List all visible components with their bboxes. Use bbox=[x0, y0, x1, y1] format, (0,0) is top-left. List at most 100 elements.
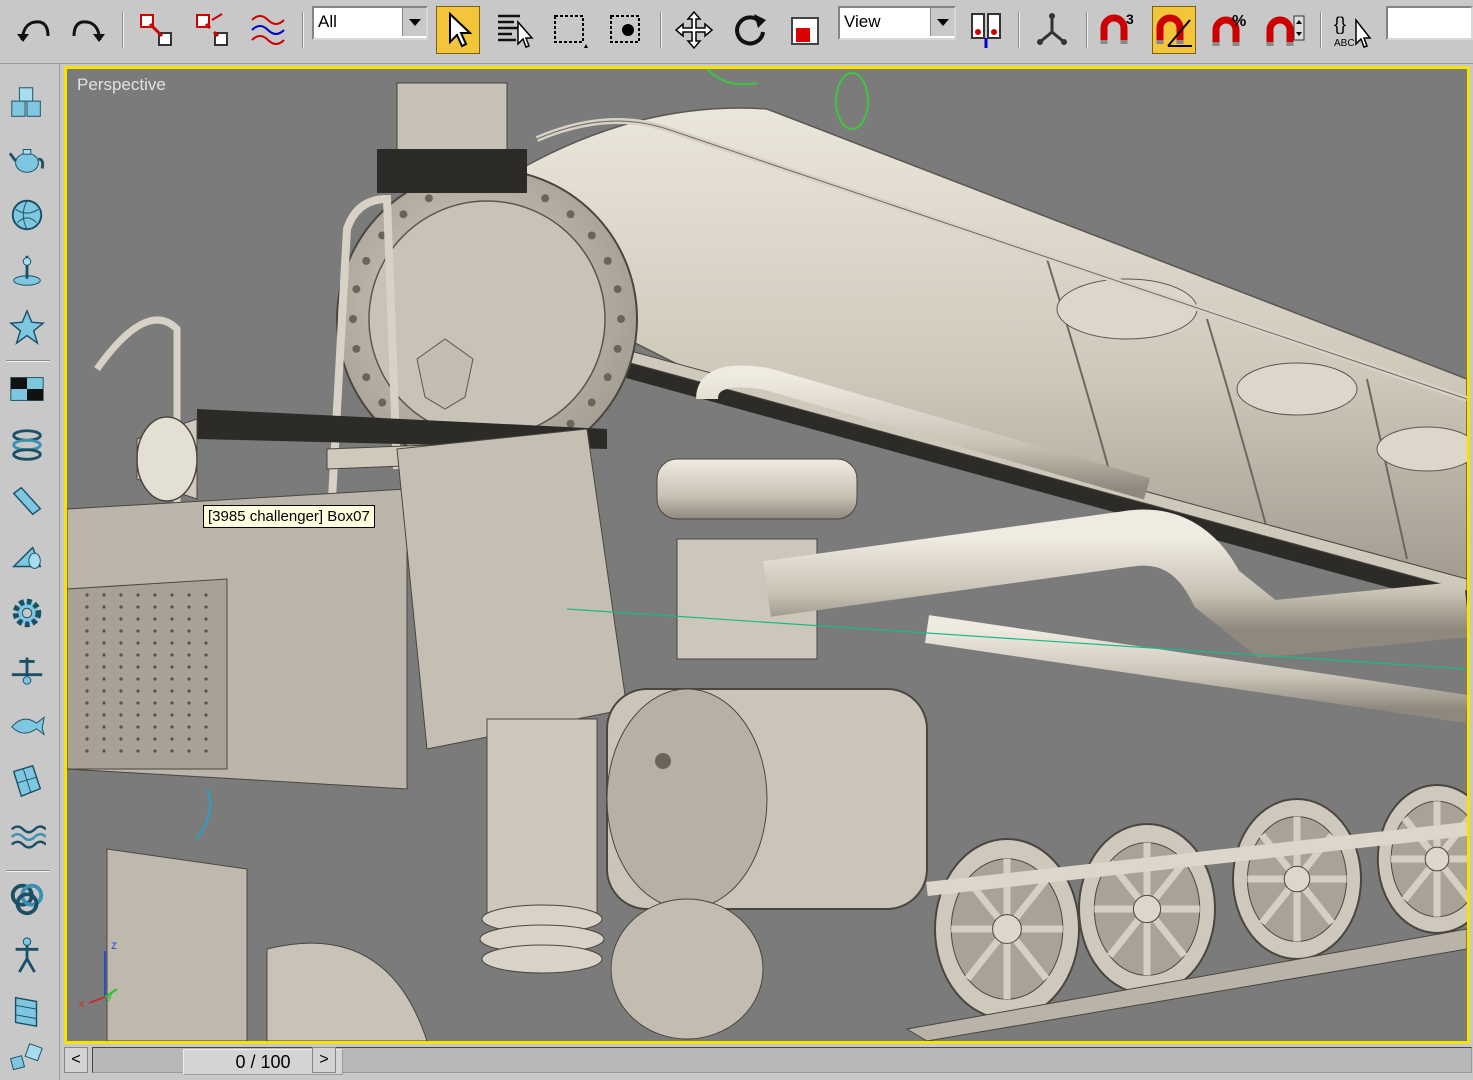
materials-button[interactable] bbox=[4, 366, 50, 412]
rivet bbox=[566, 210, 575, 219]
angle-snap-icon bbox=[1156, 14, 1192, 47]
pilot-rivet bbox=[102, 725, 106, 729]
pilot-rivet bbox=[85, 749, 89, 753]
pilot-rivet bbox=[119, 653, 123, 657]
pilot-rivet bbox=[136, 725, 140, 729]
biped-button[interactable] bbox=[4, 932, 50, 978]
toolbar-separator bbox=[1018, 12, 1020, 48]
pilot-rivet bbox=[153, 689, 157, 693]
selection-filter-value: All bbox=[318, 12, 337, 31]
edit-named-selection-sets-button[interactable]: {} ABC bbox=[1330, 6, 1374, 54]
perspective-viewport[interactable]: Perspective [3985 challenger] Box07 z y … bbox=[64, 66, 1470, 1044]
pilot-rivet bbox=[85, 725, 89, 729]
selection-filter-dropdown[interactable]: All bbox=[312, 6, 428, 40]
helpers-button[interactable] bbox=[4, 304, 50, 350]
cylinder-button[interactable] bbox=[4, 478, 50, 524]
pilot-rivet bbox=[170, 629, 174, 633]
driving-wheel bbox=[934, 838, 1080, 1020]
pilot-rivet bbox=[204, 593, 208, 597]
pilot-rivet bbox=[102, 677, 106, 681]
window-crossing-button[interactable] bbox=[604, 6, 648, 54]
pilot-rivet bbox=[187, 677, 191, 681]
boxes-icon bbox=[11, 87, 41, 117]
pilot-rivet bbox=[85, 665, 89, 669]
select-and-manipulate-button[interactable] bbox=[1030, 6, 1074, 54]
pilot-rivet bbox=[119, 617, 123, 621]
redo-button[interactable] bbox=[66, 6, 110, 54]
create-geometry-button[interactable] bbox=[4, 80, 50, 126]
pilot-rivet bbox=[187, 665, 191, 669]
angle-snap-toggle-button[interactable] bbox=[1152, 6, 1196, 54]
unlink-selection-button[interactable] bbox=[190, 6, 234, 54]
bind-to-space-warp-button[interactable] bbox=[246, 6, 290, 54]
time-slider-prev-button[interactable]: < bbox=[64, 1047, 88, 1073]
truck-spring bbox=[479, 904, 605, 974]
pilot-rivet bbox=[119, 701, 123, 705]
cone-button[interactable] bbox=[4, 534, 50, 580]
rivet bbox=[362, 373, 371, 382]
pilot-rivet bbox=[136, 677, 140, 681]
bind-space-warp-icon bbox=[251, 15, 285, 45]
select-and-move-button[interactable] bbox=[672, 6, 716, 54]
coupler bbox=[266, 942, 428, 1041]
viewport-label[interactable]: Perspective bbox=[77, 75, 166, 95]
snaps-toggle-button[interactable]: 3 bbox=[1096, 6, 1140, 54]
rivet bbox=[603, 256, 612, 265]
spring-button[interactable] bbox=[4, 422, 50, 468]
driving-wheel bbox=[1232, 798, 1362, 960]
fish-button[interactable] bbox=[4, 702, 50, 748]
use-pivot-point-center-button[interactable] bbox=[964, 6, 1008, 54]
command-separator bbox=[6, 360, 50, 362]
star-figure-icon bbox=[9, 308, 45, 345]
select-and-rotate-button[interactable] bbox=[728, 6, 772, 54]
pilot-rivet bbox=[204, 605, 208, 609]
time-slider-track[interactable]: 0 / 100 bbox=[92, 1047, 1472, 1075]
spinner-snap-toggle-button[interactable] bbox=[1264, 6, 1308, 54]
manipulate-icon bbox=[1037, 13, 1067, 45]
pilot-rivet bbox=[119, 629, 123, 633]
knot-button[interactable] bbox=[4, 876, 50, 922]
cubes-button[interactable] bbox=[4, 1034, 50, 1080]
locomotive-model[interactable] bbox=[67, 69, 1467, 1041]
select-by-name-button[interactable] bbox=[492, 6, 536, 54]
snap-magnet-icon: 3 bbox=[1100, 11, 1134, 44]
pilot-rivet bbox=[204, 713, 208, 717]
pilot-rivet bbox=[170, 701, 174, 705]
pilot-rivet bbox=[102, 653, 106, 657]
pilot-rivet bbox=[187, 713, 191, 717]
rivet bbox=[587, 398, 596, 407]
pilot-rivet bbox=[170, 677, 174, 681]
pilot-rivet bbox=[153, 641, 157, 645]
waves-button[interactable] bbox=[4, 814, 50, 860]
teapot-button[interactable] bbox=[4, 136, 50, 182]
pilot-rivet bbox=[170, 653, 174, 657]
pilot-rivet bbox=[204, 617, 208, 621]
undo-button[interactable] bbox=[12, 6, 56, 54]
select-and-link-button[interactable] bbox=[134, 6, 178, 54]
gear-button[interactable] bbox=[4, 590, 50, 636]
rivet bbox=[587, 231, 596, 240]
select-and-scale-button[interactable] bbox=[784, 6, 828, 54]
rectangular-selection-button[interactable] bbox=[548, 6, 592, 54]
pilot-rivet bbox=[85, 737, 89, 741]
pilot-rivet bbox=[85, 653, 89, 657]
z-axis-label: z bbox=[111, 938, 117, 952]
panel-button[interactable] bbox=[4, 988, 50, 1034]
pilot-rivet bbox=[85, 629, 89, 633]
pilot-rivet bbox=[187, 605, 191, 609]
steam-dome bbox=[1056, 278, 1198, 340]
percent-snap-toggle-button[interactable]: % bbox=[1208, 6, 1252, 54]
tool-button[interactable] bbox=[4, 646, 50, 692]
select-object-button[interactable] bbox=[436, 6, 480, 54]
light-button[interactable] bbox=[4, 248, 50, 294]
pilot-rivet bbox=[102, 605, 106, 609]
smokebox-door bbox=[368, 200, 606, 438]
axis-tripod: z y x bbox=[79, 938, 118, 1010]
reference-coordinate-dropdown[interactable]: View bbox=[838, 6, 956, 40]
patch-button[interactable] bbox=[4, 758, 50, 804]
pilot-rivet bbox=[85, 617, 89, 621]
sphere-button[interactable] bbox=[4, 192, 50, 238]
named-selection-set-field[interactable] bbox=[1386, 6, 1473, 40]
x-axis-line bbox=[88, 996, 106, 1004]
time-slider-next-button[interactable]: > bbox=[312, 1047, 336, 1073]
